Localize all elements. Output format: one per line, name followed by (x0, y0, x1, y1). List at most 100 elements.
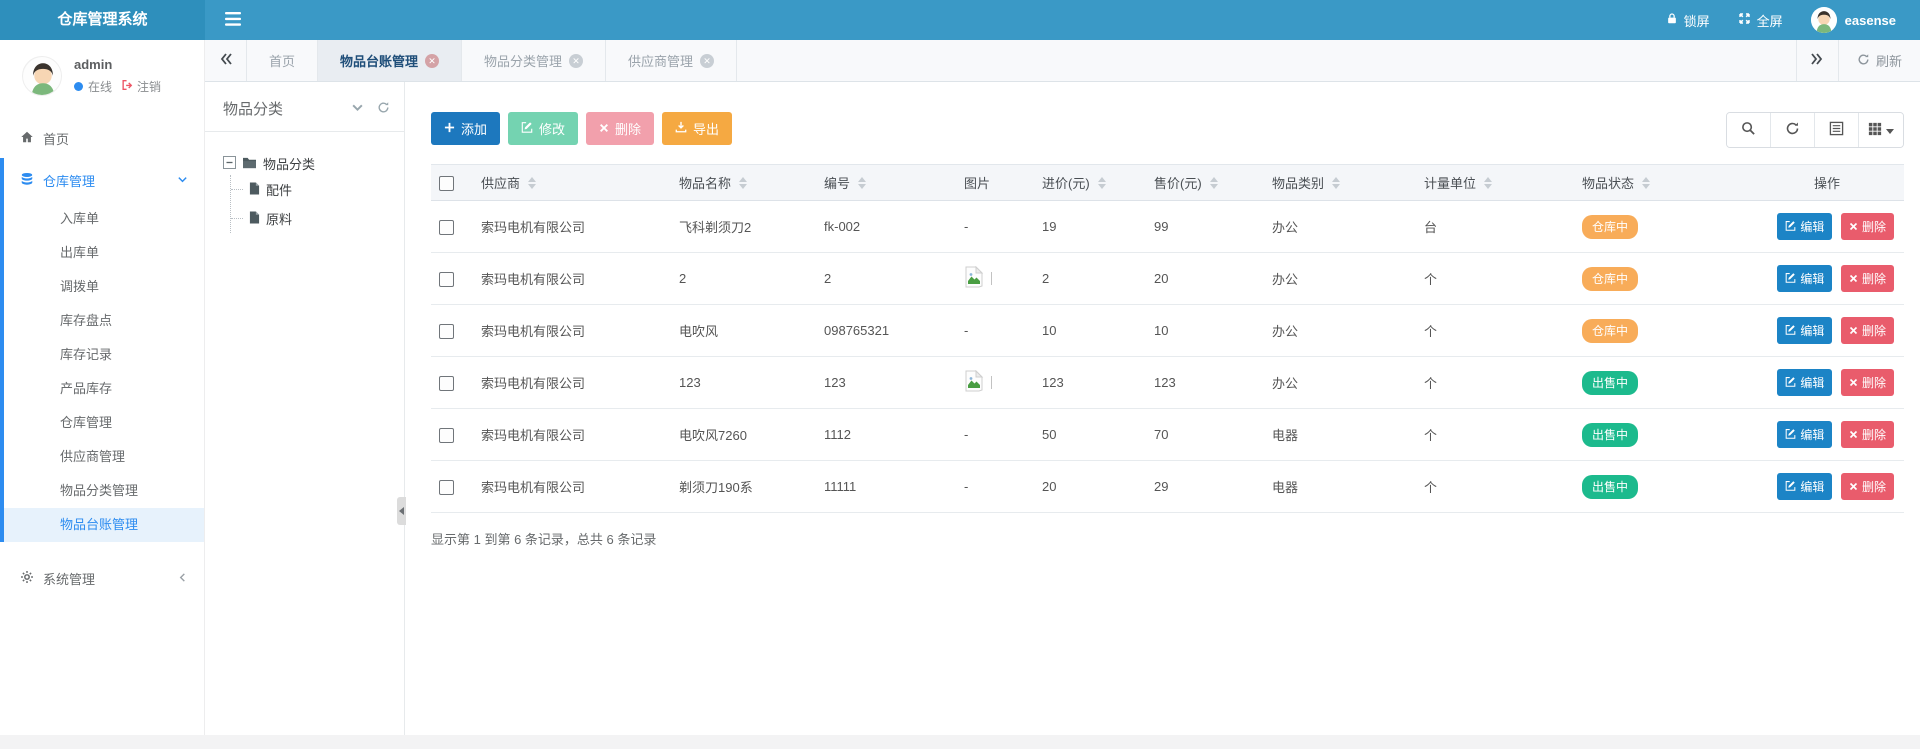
refresh-icon (1785, 121, 1800, 139)
sidebar-group-warehouse-header[interactable]: 仓库管理 (4, 158, 204, 202)
tab-close-icon[interactable]: ✕ (700, 54, 714, 68)
sidebar-group-system-header[interactable]: 系统管理 (0, 556, 204, 600)
column-header-buy-price[interactable]: 进价(元) (1034, 165, 1146, 201)
cell-supplier: 索玛电机有限公司 (473, 357, 671, 409)
add-button[interactable]: 添加 (431, 112, 500, 145)
sidebar-item-ledger-mgmt[interactable]: 物品台账管理 (4, 508, 204, 542)
status-badge: 出售中 (1582, 423, 1638, 447)
row-checkbox[interactable] (439, 480, 454, 495)
lock-screen-button[interactable]: 锁屏 (1666, 11, 1710, 30)
tree-node-child[interactable]: 原料 (231, 204, 394, 233)
tab-close-icon[interactable]: ✕ (425, 54, 439, 68)
select-all-checkbox[interactable] (439, 176, 454, 191)
column-header-unit[interactable]: 计量单位 (1416, 165, 1574, 201)
row-checkbox[interactable] (439, 376, 454, 391)
status-badge: 出售中 (1582, 371, 1638, 395)
sidebar-item-stocktake[interactable]: 库存盘点 (4, 304, 204, 338)
tree-node-label[interactable]: 配件 (266, 180, 292, 199)
row-edit-button[interactable]: 编辑 (1777, 265, 1832, 292)
cell-unit: 个 (1416, 409, 1574, 461)
tabs-scroll-right-button[interactable] (1796, 40, 1838, 81)
cell-unit: 台 (1416, 201, 1574, 253)
x-icon (1849, 376, 1858, 390)
row-edit-button[interactable]: 编辑 (1777, 473, 1832, 500)
row-checkbox[interactable] (439, 428, 454, 443)
cell-image-dash: - (964, 427, 968, 442)
row-delete-button[interactable]: 删除 (1841, 265, 1894, 292)
row-delete-button[interactable]: 删除 (1841, 473, 1894, 500)
image-alt-caret (991, 272, 992, 285)
tab-label: 首页 (269, 51, 295, 70)
cell-unit: 个 (1416, 461, 1574, 513)
row-checkbox[interactable] (439, 324, 454, 339)
home-icon (20, 130, 34, 147)
sidebar-item-home[interactable]: 首页 (0, 118, 204, 158)
column-header-status[interactable]: 物品状态 (1574, 165, 1750, 201)
row-delete-button[interactable]: 删除 (1841, 421, 1894, 448)
row-edit-button[interactable]: 编辑 (1777, 213, 1832, 240)
detail-view-button[interactable] (1815, 113, 1859, 147)
tree-collapse-box-icon[interactable] (223, 156, 236, 172)
sidebar-item-product-stock[interactable]: 产品库存 (4, 372, 204, 406)
export-button[interactable]: 导出 (662, 112, 732, 145)
add-button-label: 添加 (461, 119, 487, 138)
sidebar-item-label: 首页 (43, 129, 69, 148)
tree-refresh-icon[interactable] (377, 101, 390, 117)
sidebar-item-supplier-mgmt[interactable]: 供应商管理 (4, 440, 204, 474)
row-delete-button[interactable]: 删除 (1841, 369, 1894, 396)
search-button[interactable] (1727, 113, 1771, 147)
tab-item-ledger[interactable]: 物品台账管理 ✕ (318, 40, 462, 81)
column-header-category[interactable]: 物品类别 (1264, 165, 1416, 201)
delete-button[interactable]: 删除 (586, 112, 654, 145)
table-header-row: 供应商 物品名称 编号 图片 进价(元) 售价(元) 物品类别 计量单位 物品状… (431, 165, 1904, 201)
column-header-supplier[interactable]: 供应商 (473, 165, 671, 201)
tree-panel-collapse-handle[interactable] (397, 497, 406, 525)
columns-button[interactable] (1859, 113, 1903, 147)
cell-sell-price: 10 (1146, 305, 1264, 357)
status-badge: 出售中 (1582, 475, 1638, 499)
tree-node-root[interactable]: 物品分类 (223, 154, 394, 173)
logout-icon (121, 79, 133, 94)
fullscreen-label: 全屏 (1757, 11, 1783, 30)
row-edit-button[interactable]: 编辑 (1777, 317, 1832, 344)
tab-supplier-mgmt[interactable]: 供应商管理 ✕ (606, 40, 737, 81)
tree-node-label[interactable]: 物品分类 (263, 154, 315, 173)
sidebar-item-category-mgmt[interactable]: 物品分类管理 (4, 474, 204, 508)
row-delete-button[interactable]: 删除 (1841, 317, 1894, 344)
row-delete-button[interactable]: 删除 (1841, 213, 1894, 240)
cell-code: 11111 (816, 461, 956, 513)
column-header-code[interactable]: 编号 (816, 165, 956, 201)
sidebar-item-inbound[interactable]: 入库单 (4, 202, 204, 236)
row-edit-button[interactable]: 编辑 (1777, 369, 1832, 396)
tab-label: 供应商管理 (628, 51, 693, 70)
sort-icon (1642, 177, 1650, 189)
column-header-name[interactable]: 物品名称 (671, 165, 816, 201)
sidebar-item-warehouse-mgmt[interactable]: 仓库管理 (4, 406, 204, 440)
tree-collapse-icon[interactable] (351, 101, 364, 117)
status-badge: 仓库中 (1582, 267, 1638, 291)
tab-home[interactable]: 首页 (247, 40, 318, 81)
tree-node-label[interactable]: 原料 (266, 209, 292, 228)
column-header-sell-price[interactable]: 售价(元) (1146, 165, 1264, 201)
row-checkbox[interactable] (439, 272, 454, 287)
file-icon (249, 211, 260, 227)
sidebar-item-stock-records[interactable]: 库存记录 (4, 338, 204, 372)
tabs-scroll-left-button[interactable] (205, 40, 247, 81)
sidebar-item-transfer[interactable]: 调拨单 (4, 270, 204, 304)
table-row: 索玛电机有限公司 电吹风 098765321 - 10 10 办公 个 仓库中 … (431, 305, 1904, 357)
row-checkbox[interactable] (439, 220, 454, 235)
user-menu[interactable]: easense (1811, 7, 1896, 33)
modify-button[interactable]: 修改 (508, 112, 578, 145)
tree-node-child[interactable]: 配件 (231, 175, 394, 204)
tab-close-icon[interactable]: ✕ (569, 54, 583, 68)
tab-category-mgmt[interactable]: 物品分类管理 ✕ (462, 40, 606, 81)
sidebar-toggle-button[interactable] (205, 0, 261, 40)
tab-refresh-button[interactable]: 刷新 (1838, 40, 1920, 81)
fullscreen-button[interactable]: 全屏 (1738, 11, 1783, 30)
row-edit-button[interactable]: 编辑 (1777, 421, 1832, 448)
user-panel: admin 在线 注销 (0, 40, 204, 110)
sidebar-item-outbound[interactable]: 出库单 (4, 236, 204, 270)
refresh-button[interactable] (1771, 113, 1815, 147)
logout-button[interactable]: 注销 (121, 78, 161, 95)
folder-icon (242, 156, 257, 172)
